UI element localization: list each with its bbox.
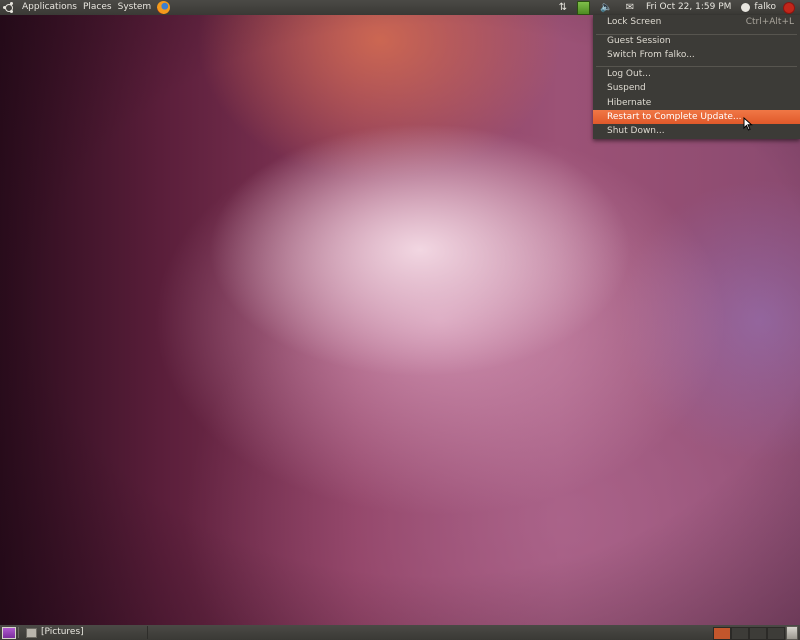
show-desktop-icon[interactable] <box>2 627 16 639</box>
system-menu[interactable]: System <box>115 0 155 15</box>
firefox-launcher-icon[interactable] <box>157 1 171 14</box>
clock[interactable]: Fri Oct 22, 1:59 PM <box>642 0 735 15</box>
taskbar-window-label: [Pictures] <box>41 627 84 637</box>
menu-item-lock-screen[interactable]: Lock Screen Ctrl+Alt+L <box>593 15 800 29</box>
workspace-1[interactable] <box>713 627 731 640</box>
menu-item-shut-down[interactable]: Shut Down... <box>593 124 800 138</box>
menu-item-accelerator: Ctrl+Alt+L <box>745 17 794 27</box>
menu-item-label: Suspend <box>607 83 646 93</box>
menu-item-label: Shut Down... <box>607 126 665 136</box>
workspace-2[interactable] <box>731 627 749 640</box>
mail-icon[interactable]: ✉ <box>624 2 636 14</box>
power-icon[interactable] <box>784 2 794 13</box>
menu-item-label: Lock Screen <box>607 17 662 27</box>
workspace-3[interactable] <box>749 627 767 640</box>
folder-icon <box>26 628 37 638</box>
menu-item-label: Guest Session <box>607 36 671 46</box>
update-notifier-icon[interactable] <box>576 0 590 15</box>
menu-item-log-out[interactable]: Log Out... <box>593 67 800 81</box>
menu-item-restart-update[interactable]: Restart to Complete Update... <box>593 110 800 124</box>
top-panel: Applications Places System ⇅ 🔈 ✉ Fri Oct… <box>0 0 800 15</box>
taskbar-window-pictures[interactable]: [Pictures] <box>23 626 148 639</box>
user-name[interactable]: falko <box>750 0 780 15</box>
menu-item-switch-user[interactable]: Switch From falko... <box>593 48 800 62</box>
applications-menu[interactable]: Applications <box>19 0 80 15</box>
session-menu: Lock Screen Ctrl+Alt+L Guest Session Swi… <box>593 15 800 139</box>
workspace-4[interactable] <box>767 627 785 640</box>
menu-item-label: Switch From falko... <box>607 50 695 60</box>
menu-item-suspend[interactable]: Suspend <box>593 81 800 95</box>
menu-item-hibernate[interactable]: Hibernate <box>593 96 800 110</box>
places-menu[interactable]: Places <box>80 0 115 15</box>
network-icon[interactable]: ⇅ <box>557 2 569 14</box>
menu-item-guest-session[interactable]: Guest Session <box>593 34 800 48</box>
menu-item-label: Restart to Complete Update... <box>607 112 742 122</box>
panel-separator <box>18 627 19 638</box>
volume-icon[interactable]: 🔈 <box>600 2 612 14</box>
menu-item-label: Log Out... <box>607 69 651 79</box>
ubuntu-logo-icon[interactable] <box>3 1 15 14</box>
menu-item-label: Hibernate <box>607 98 652 108</box>
user-icon <box>741 3 751 12</box>
trash-icon[interactable] <box>786 626 798 640</box>
bottom-panel: [Pictures] <box>0 625 800 640</box>
